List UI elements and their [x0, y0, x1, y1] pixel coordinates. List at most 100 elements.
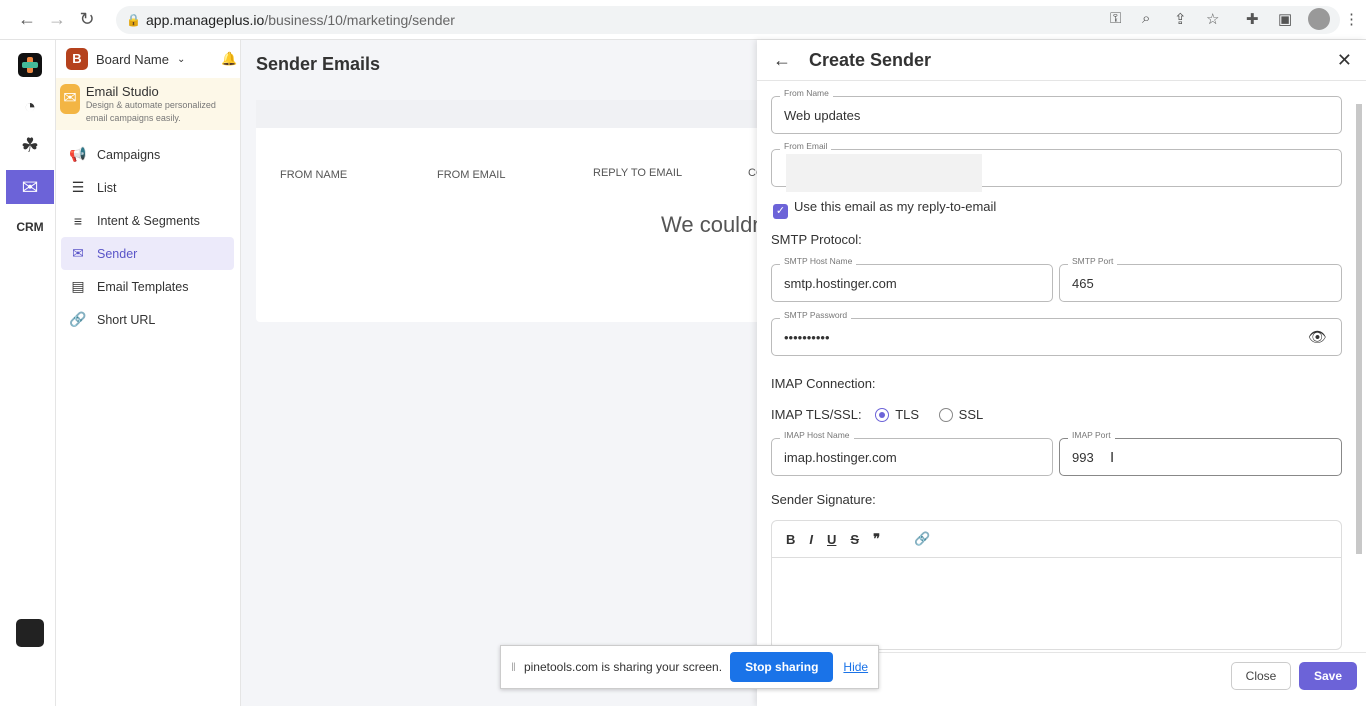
dashboard-icon[interactable]: ◔: [6, 90, 54, 124]
stop-sharing-button[interactable]: Stop sharing: [730, 652, 834, 682]
sidebar-item-label: Campaigns: [97, 147, 161, 162]
bold-icon[interactable]: B: [786, 532, 795, 547]
logo-icon[interactable]: [6, 48, 54, 82]
from-email-field[interactable]: From Email: [771, 141, 1342, 192]
field-label: SMTP Password: [780, 310, 852, 320]
url-host: app.manageplus.io: [146, 12, 265, 28]
board-selector[interactable]: B Board Name ⌄ 🔔: [56, 40, 240, 78]
radio-label: SSL: [958, 407, 984, 422]
reply-to-checkbox[interactable]: ✓ Use this email as my reply-to-email: [773, 199, 996, 219]
smtp-section-title: SMTP Protocol:: [771, 232, 862, 247]
field-value: Web updates: [784, 107, 861, 123]
share-message: pinetools.com is sharing your screen.: [523, 660, 723, 674]
field-value: imap.hostinger.com: [784, 449, 897, 465]
link-icon: 🔗: [69, 311, 87, 327]
sidebar-item-short-url[interactable]: 🔗 Short URL: [61, 303, 234, 336]
sidebar-item-label: Intent & Segments: [97, 213, 200, 228]
sidepanel-icon[interactable]: ▣: [1278, 10, 1292, 28]
key-icon[interactable]: ⚿: [1110, 10, 1121, 27]
empty-message: We couldn: [661, 212, 765, 237]
imap-port-field[interactable]: IMAP Port 993 I: [1059, 430, 1342, 476]
close-icon[interactable]: ✕: [1337, 50, 1352, 71]
sidebar-item-list[interactable]: ☰ List: [61, 171, 234, 204]
signature-editor[interactable]: B I U S ❞ 🔗: [771, 520, 1342, 650]
bell-icon[interactable]: 🔔: [221, 51, 237, 67]
browser-toolbar: ← → ↻ 🔒 app.manageplus.io/business/10/ma…: [0, 0, 1366, 40]
megaphone-icon: 📢: [69, 146, 87, 162]
app-title: Email Studio: [85, 84, 159, 99]
tls-radio[interactable]: [875, 408, 890, 422]
ssl-radio[interactable]: [938, 408, 953, 422]
sidebar-item-label: Sender: [97, 246, 138, 261]
field-label: SMTP Port: [1068, 256, 1118, 266]
checkmark-icon: ✓: [773, 204, 788, 219]
segments-icon: ≡: [73, 212, 83, 229]
sidebar-item-label: Short URL: [97, 312, 156, 327]
share-icon[interactable]: ⇪: [1174, 10, 1187, 28]
board-icon: B: [66, 48, 88, 70]
link-icon[interactable]: 🔗: [914, 531, 930, 547]
user-avatar[interactable]: [6, 616, 54, 650]
smtp-password-field[interactable]: SMTP Password •••••••••• 👁: [771, 310, 1342, 356]
field-value: ••••••••••: [784, 329, 830, 345]
zoom-icon[interactable]: ⌕: [1142, 10, 1150, 27]
create-sender-panel: ← Create Sender ✕ From Name Web updates F…: [757, 40, 1366, 706]
crm-icon[interactable]: CRM: [6, 210, 54, 244]
app-description: Design & automate personalized email cam…: [85, 100, 216, 123]
sidebar-item-sender[interactable]: ✉ Sender: [61, 237, 234, 270]
close-button[interactable]: Close: [1231, 662, 1291, 690]
sidebar-item-campaigns[interactable]: 📢 Campaigns: [61, 138, 234, 171]
forward-icon[interactable]: →: [42, 9, 72, 30]
italic-icon[interactable]: I: [809, 532, 813, 547]
save-button[interactable]: Save: [1299, 662, 1357, 690]
back-arrow-icon[interactable]: ←: [773, 50, 791, 71]
from-name-field[interactable]: From Name Web updates: [771, 88, 1342, 134]
column-header[interactable]: FROM EMAIL: [437, 169, 505, 181]
smtp-host-field[interactable]: SMTP Host Name smtp.hostinger.com: [771, 256, 1053, 302]
sidebar-item-label: List: [97, 180, 117, 195]
panel-title: Create Sender: [809, 49, 932, 70]
reload-icon[interactable]: ↻: [72, 9, 102, 30]
strikethrough-icon[interactable]: S: [850, 532, 859, 547]
field-label: IMAP Port: [1068, 430, 1115, 440]
profile-avatar[interactable]: [1308, 8, 1330, 30]
back-icon[interactable]: ←: [12, 9, 42, 30]
menu-icon[interactable]: ⋮: [1344, 10, 1359, 28]
table-header: FROM NAME FROM EMAIL REPLY TO EMAIL COM: [256, 100, 776, 181]
email-studio-icon[interactable]: ✉: [6, 170, 54, 204]
sidebar-item-label: Email Templates: [97, 279, 189, 294]
sidebar-item-templates[interactable]: ▤ Email Templates: [61, 270, 234, 303]
imap-tls-group: IMAP TLS/SSL: TLS SSL: [771, 407, 983, 422]
sender-table: FROM NAME FROM EMAIL REPLY TO EMAIL COM …: [256, 100, 776, 322]
chevron-down-icon: ⌄: [176, 53, 186, 65]
sidebar-item-segments[interactable]: ≡ Intent & Segments: [61, 204, 234, 237]
imap-section-title: IMAP Connection:: [771, 376, 876, 391]
checkbox-label: Use this email as my reply-to-email: [794, 199, 997, 214]
star-icon[interactable]: ☆: [1206, 10, 1219, 28]
column-header[interactable]: REPLY TO EMAIL: [593, 167, 682, 179]
address-bar[interactable]: 🔒 app.manageplus.io/business/10/marketin…: [116, 6, 1340, 34]
underline-icon[interactable]: U: [827, 532, 836, 547]
smtp-port-field[interactable]: SMTP Port 465: [1059, 256, 1342, 302]
drag-handle-icon[interactable]: ‖: [511, 660, 516, 674]
board-name: Board Name: [96, 51, 169, 67]
sidebar: B Board Name ⌄ 🔔 ✉ Email Studio Design & …: [56, 40, 241, 706]
network-icon[interactable]: ☘: [6, 128, 54, 162]
app-rail: ◔ ☘ ✉ CRM: [0, 40, 56, 706]
field-value: 993: [1072, 449, 1094, 465]
template-icon: ▤: [71, 278, 85, 294]
extensions-icon[interactable]: ✚: [1246, 10, 1259, 28]
eye-icon[interactable]: 👁: [1308, 328, 1327, 346]
quote-icon[interactable]: ❞: [873, 531, 880, 547]
lock-icon: 🔒: [126, 13, 141, 27]
scrollbar[interactable]: [1356, 92, 1364, 652]
panel-header: ← Create Sender: [757, 40, 1366, 81]
page-title: Sender Emails: [256, 54, 381, 74]
main-content: Sender Emails FROM NAME FROM EMAIL REPLY…: [241, 40, 776, 706]
signature-title: Sender Signature:: [771, 492, 876, 507]
column-header[interactable]: FROM NAME: [280, 169, 347, 181]
hide-link[interactable]: Hide: [843, 660, 868, 674]
text-cursor-icon: I: [1110, 448, 1115, 466]
imap-host-field[interactable]: IMAP Host Name imap.hostinger.com: [771, 430, 1053, 476]
list-icon: ☰: [71, 179, 85, 195]
